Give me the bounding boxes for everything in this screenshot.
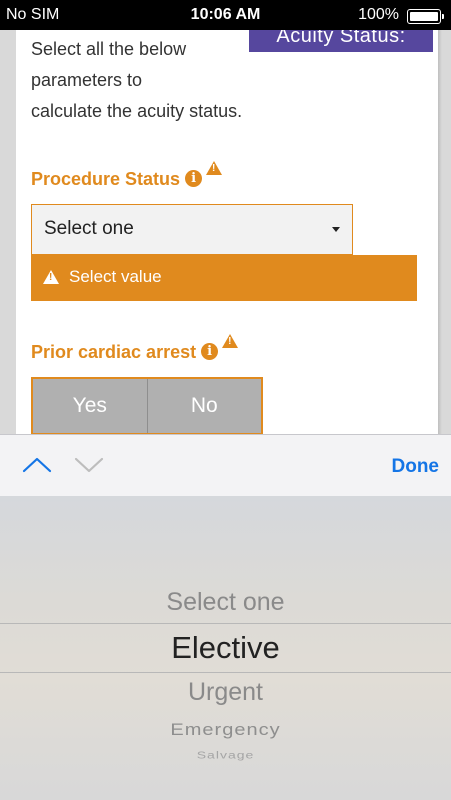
card-shadow (438, 30, 442, 434)
picker-option[interactable]: Urgent (0, 678, 451, 707)
dropdown-caret-icon (332, 227, 340, 232)
error-message: Select value (69, 267, 162, 286)
instructions-text: Select all the below parameters to calcu… (31, 34, 242, 121)
done-button[interactable]: Done (392, 456, 440, 478)
yes-button[interactable]: Yes (33, 379, 147, 433)
procedure-status-label-text: Procedure Status (31, 169, 181, 189)
instructions-line-3: calculate the acuity status. (31, 101, 243, 121)
instructions-line-2: parameters to (31, 70, 143, 90)
procedure-status-error: Select value (31, 255, 417, 301)
picker-option-selected[interactable]: Elective (0, 630, 451, 666)
chevron-down-icon[interactable] (74, 455, 104, 475)
instructions-line-1: Select all the below (31, 39, 187, 59)
warning-icon (206, 161, 223, 175)
picker-option[interactable]: Salvage (0, 749, 451, 760)
prior-cardiac-arrest-label-text: Prior cardiac arrest (31, 342, 197, 362)
procedure-status-select[interactable]: Select one (31, 204, 353, 255)
calculator-card: Acuity Status: Select all the below para… (16, 30, 438, 434)
warning-icon (222, 334, 239, 348)
info-icon[interactable]: i (201, 342, 219, 360)
procedure-status-value: Select one (44, 218, 134, 239)
keyboard-toolbar: Done (0, 434, 451, 497)
prior-cardiac-arrest-toggle: Yes No (31, 377, 263, 434)
prior-cardiac-arrest-label: Prior cardiac arrest i (31, 334, 239, 363)
acuity-status-badge: Acuity Status: (249, 30, 433, 52)
page-content: Acuity Status: Select all the below para… (0, 30, 451, 434)
warning-icon (43, 270, 59, 284)
picker-option[interactable]: Emergency (0, 721, 451, 741)
chevron-up-icon[interactable] (22, 455, 52, 475)
picker-option[interactable]: Select one (0, 588, 451, 617)
battery-percentage: 100% (358, 6, 399, 23)
battery-icon (407, 9, 444, 24)
info-icon[interactable]: i (185, 169, 203, 187)
no-button[interactable]: No (146, 379, 261, 433)
status-bar: No SIM 10:06 AM 100% (0, 0, 451, 30)
option-picker[interactable]: Select one Elective Urgent Emergency Sal… (0, 496, 451, 800)
procedure-status-label: Procedure Status i (31, 161, 223, 190)
